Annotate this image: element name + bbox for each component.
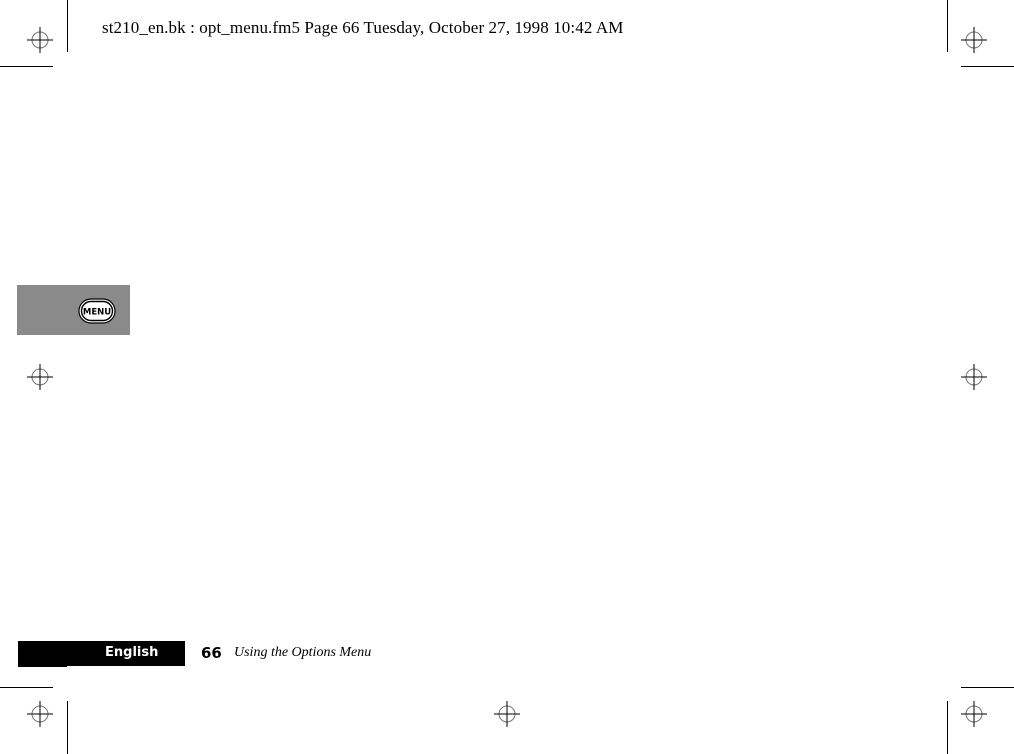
- page-number: 66: [201, 644, 222, 662]
- crop-mark-bottom-right-vertical: [947, 701, 948, 754]
- crop-mark-bottom-right-horizontal: [961, 687, 1014, 688]
- crop-mark-top-left-vertical: [67, 0, 68, 52]
- menu-key-label: MENU: [83, 308, 111, 318]
- registration-mark-icon: [494, 701, 520, 727]
- section-title: Using the Options Menu: [234, 645, 372, 660]
- crop-mark-bottom-left-horizontal: [0, 687, 53, 688]
- print-slug-header: st210_en.bk : opt_menu.fm5 Page 66 Tuesd…: [102, 18, 624, 37]
- registration-mark-icon: [27, 701, 53, 727]
- language-label: English: [105, 645, 159, 660]
- registration-mark-icon: [961, 364, 987, 390]
- registration-mark-icon: [961, 27, 987, 53]
- crop-mark-top-right-horizontal: [961, 66, 1014, 67]
- crop-mark-bottom-left-vertical: [67, 701, 68, 754]
- registration-mark-icon: [961, 701, 987, 727]
- crop-mark-top-right-vertical: [947, 0, 948, 52]
- menu-key-icon: MENU: [78, 298, 116, 324]
- language-bar: [18, 641, 185, 666]
- crop-mark-top-left-horizontal: [0, 66, 53, 67]
- registration-mark-icon: [27, 27, 53, 53]
- language-bar-underline: [18, 666, 67, 667]
- registration-mark-icon: [27, 364, 53, 390]
